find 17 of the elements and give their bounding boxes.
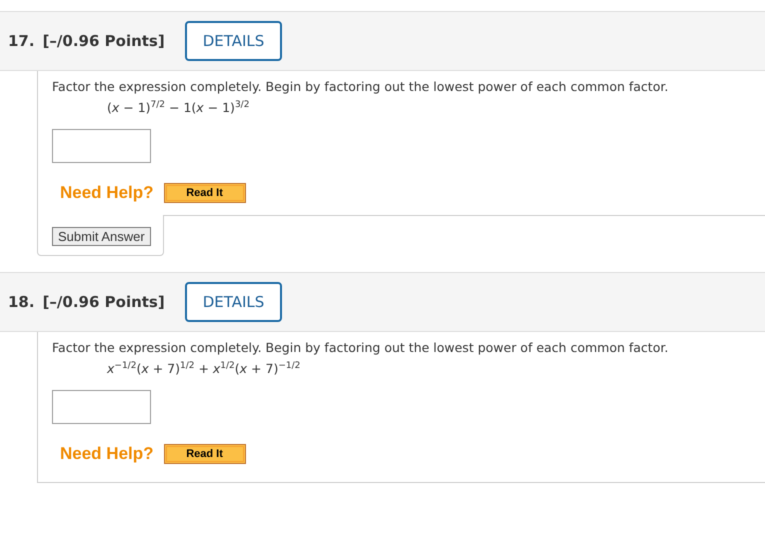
points-label: [–/0.96 Points] <box>42 293 165 312</box>
need-help-label: Need Help? <box>60 183 154 204</box>
details-button[interactable]: DETAILS <box>184 282 282 322</box>
question-number: 18. <box>8 293 35 312</box>
read-it-button[interactable]: Read It <box>164 183 246 204</box>
question-prompt: Factor the expression completely. Begin by factoring out the lowest power of each common factor. <box>52 78 670 94</box>
read-it-button[interactable]: Read It <box>164 444 246 464</box>
details-button[interactable]: DETAILS <box>184 21 282 61</box>
question-number: 17. <box>8 32 35 50</box>
answer-field[interactable] <box>52 390 151 424</box>
submit-answer-button[interactable]: Submit Answer <box>52 227 151 246</box>
math-expression: x$^{−1/2}$(x + 7)$^{1/2}$ + x$^{1/2}$(x + 7)$^{−1/2}$ <box>107 361 302 376</box>
math-expression: (x − 1)$^{7/2}$ − 1(x − 1)$^{3/2}$ <box>107 100 250 116</box>
need-help-label: Need Help? <box>60 444 154 464</box>
question-prompt: Factor the expression completely. Begin by factoring out the lowest power of each common factor. <box>52 339 670 356</box>
points-label: [–/0.96 Points] <box>42 32 165 50</box>
answer-field[interactable] <box>52 129 151 164</box>
